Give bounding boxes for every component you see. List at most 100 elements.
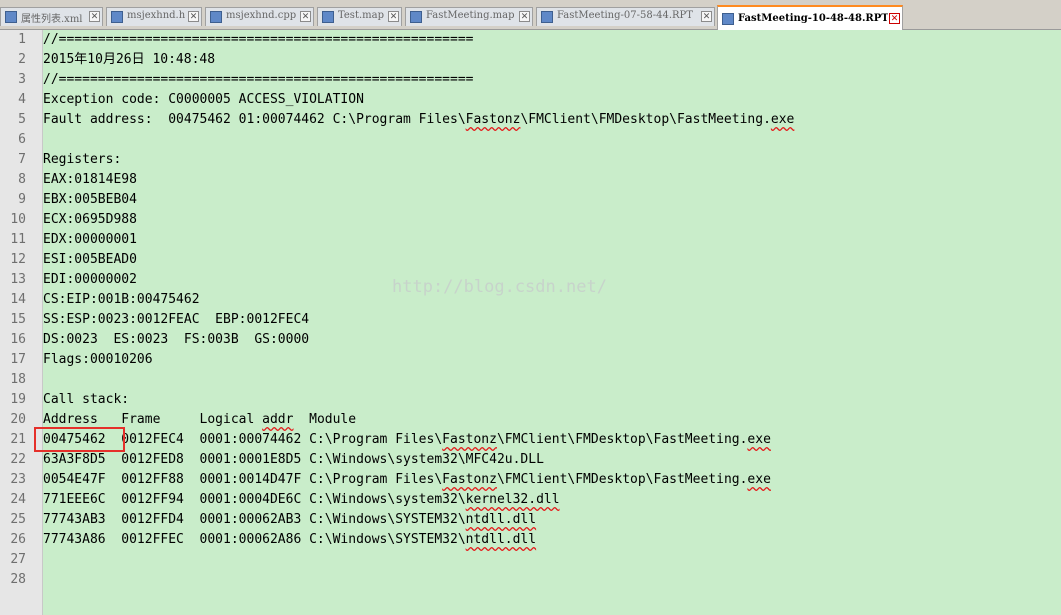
close-icon[interactable]: ✕ bbox=[388, 11, 399, 22]
code-segment: \FMClient\FMDesktop\FastMeeting. bbox=[496, 472, 748, 487]
code-segment: Module bbox=[293, 412, 357, 427]
report-file-icon bbox=[722, 13, 734, 25]
line-number: 5 bbox=[18, 112, 26, 127]
code-line[interactable]: SS:ESP:0023:0012FEAC EBP:0012FEC4 bbox=[43, 310, 309, 330]
line-number: 1 bbox=[18, 32, 26, 47]
tab-fastmeeting-07-58-44-rpt[interactable]: FastMeeting-07-58-44.RPT ✕ bbox=[536, 7, 715, 26]
tab-test-map[interactable]: Test.map ✕ bbox=[317, 7, 402, 26]
line-number: 14 bbox=[10, 292, 26, 307]
code-line[interactable]: EDI:00000002 bbox=[43, 270, 137, 290]
code-segment: 0054E47F 0012FF88 0001:0014D47F C:\Progr… bbox=[43, 472, 443, 487]
watermark: http://blog.csdn.net/ bbox=[392, 277, 607, 297]
code-line[interactable]: 63A3F8D5 0012FED8 0001:0001E8D5 C:\Windo… bbox=[43, 450, 544, 470]
line-number: 8 bbox=[18, 172, 26, 187]
tab-label: FastMeeting.map bbox=[426, 10, 515, 21]
tab-label: Test.map bbox=[338, 10, 384, 21]
header-file-icon bbox=[111, 11, 123, 23]
code-line[interactable]: DS:0023 ES:0023 FS:003B GS:0000 bbox=[43, 330, 309, 350]
spellcheck-word: Fastonz bbox=[442, 472, 497, 487]
close-icon[interactable]: ✕ bbox=[701, 11, 712, 22]
code-line[interactable]: 77743A86 0012FFEC 0001:00062A86 C:\Windo… bbox=[43, 530, 536, 550]
line-number: 24 bbox=[10, 492, 26, 507]
line-number: 22 bbox=[10, 452, 26, 467]
cpp-file-icon bbox=[210, 11, 222, 23]
close-icon[interactable]: ✕ bbox=[519, 11, 530, 22]
code-line[interactable]: ESI:005BEAD0 bbox=[43, 250, 137, 270]
spellcheck-word: exe bbox=[747, 432, 771, 447]
line-number: 13 bbox=[10, 272, 26, 287]
tab-label: 属性列表.xml bbox=[21, 14, 83, 25]
spellcheck-word: Fastonz bbox=[465, 112, 521, 127]
code-line[interactable]: 2015年10月26日 10:48:48 bbox=[43, 50, 215, 70]
line-number: 16 bbox=[10, 332, 26, 347]
tab-fastmeeting-10-48-48-rpt[interactable]: FastMeeting-10-48-48.RPT ✕ bbox=[717, 5, 903, 30]
code-segment: \FMClient\FMDesktop\FastMeeting. bbox=[496, 432, 748, 447]
line-number: 10 bbox=[10, 212, 26, 227]
close-icon[interactable]: ✕ bbox=[300, 11, 311, 22]
line-number: 4 bbox=[18, 92, 26, 107]
code-line[interactable]: EBX:005BEB04 bbox=[43, 190, 137, 210]
line-number: 20 bbox=[10, 412, 26, 427]
line-number: 27 bbox=[10, 552, 26, 567]
line-number: 18 bbox=[10, 372, 26, 387]
tab-fastmeeting-map[interactable]: FastMeeting.map ✕ bbox=[405, 7, 533, 26]
line-number: 23 bbox=[10, 472, 26, 487]
code-line[interactable]: Registers: bbox=[43, 150, 121, 170]
code-line[interactable]: 77743AB3 0012FFD4 0001:00062AB3 C:\Windo… bbox=[43, 510, 536, 530]
code-line[interactable]: 00475462 0012FEC4 0001:00074462 C:\Progr… bbox=[43, 430, 771, 450]
tab-label: msjexhnd.cpp bbox=[226, 10, 297, 21]
text-editor[interactable]: //======================================… bbox=[43, 30, 1061, 615]
tab-label: FastMeeting-07-58-44.RPT bbox=[557, 10, 693, 21]
line-number: 15 bbox=[10, 312, 26, 327]
code-segment: \FMClient\FMDesktop\FastMeeting. bbox=[520, 112, 771, 127]
highlight-box bbox=[34, 427, 125, 452]
code-line[interactable]: Fault address: 00475462 01:00074462 C:\P… bbox=[43, 110, 794, 130]
line-number: 19 bbox=[10, 392, 26, 407]
spellcheck-word: ntdll.dll bbox=[465, 512, 537, 527]
code-line[interactable]: Flags:00010206 bbox=[43, 350, 153, 370]
code-line[interactable]: Exception code: C0000005 ACCESS_VIOLATIO… bbox=[43, 90, 364, 110]
line-number: 7 bbox=[18, 152, 26, 167]
report-file-icon bbox=[541, 11, 553, 23]
spellcheck-word: ntdll.dll bbox=[465, 532, 537, 547]
code-segment: Fault address: 00475462 01:00074462 C:\P… bbox=[43, 112, 466, 127]
code-line[interactable]: //======================================… bbox=[43, 70, 473, 90]
line-number: 2 bbox=[18, 52, 26, 67]
line-number: 3 bbox=[18, 72, 26, 87]
code-line[interactable]: CS:EIP:001B:00475462 bbox=[43, 290, 200, 310]
line-number: 9 bbox=[18, 192, 26, 207]
code-line[interactable]: 0054E47F 0012FF88 0001:0014D47F C:\Progr… bbox=[43, 470, 771, 490]
tab-msjexhnd-cpp[interactable]: msjexhnd.cpp ✕ bbox=[205, 7, 314, 26]
map-file-icon bbox=[410, 11, 422, 23]
tab-msjexhnd-h[interactable]: msjexhnd.h ✕ bbox=[106, 7, 202, 26]
spellcheck-word: addr bbox=[262, 412, 294, 427]
line-number: 28 bbox=[10, 572, 26, 587]
spellcheck-word: Fastonz bbox=[442, 432, 497, 447]
code-line[interactable]: Call stack: bbox=[43, 390, 129, 410]
line-number: 17 bbox=[10, 352, 26, 367]
code-segment: 77743A86 0012FFEC 0001:00062A86 C:\Windo… bbox=[43, 532, 466, 547]
spellcheck-word: exe bbox=[770, 112, 795, 127]
line-number: 12 bbox=[10, 252, 26, 267]
code-line[interactable]: EAX:01814E98 bbox=[43, 170, 137, 190]
close-icon[interactable]: ✕ bbox=[89, 11, 100, 22]
tab-label: msjexhnd.h bbox=[127, 10, 186, 21]
line-number: 25 bbox=[10, 512, 26, 527]
xml-file-icon bbox=[5, 11, 17, 23]
line-number: 6 bbox=[18, 132, 26, 147]
spellcheck-word: exe bbox=[747, 472, 771, 487]
code-line[interactable]: EDX:00000001 bbox=[43, 230, 137, 250]
code-line[interactable]: //======================================… bbox=[43, 30, 473, 50]
tab-properties-xml[interactable]: 属性列表.xml ✕ bbox=[0, 7, 103, 26]
tab-bar: 属性列表.xml ✕ msjexhnd.h ✕ msjexhnd.cpp ✕ T… bbox=[0, 0, 1061, 30]
spellcheck-word: kernel32.dll bbox=[465, 492, 560, 507]
line-number-gutter: 1 2 3 4 5 6 7 8 9 10 11 12 13 14 15 16 17 18 19 20 21 22 23 24 2… bbox=[0, 30, 43, 615]
close-icon[interactable]: ✕ bbox=[188, 11, 199, 22]
close-icon[interactable]: ✕ bbox=[889, 13, 900, 24]
code-segment: Address Frame Logical bbox=[43, 412, 263, 427]
code-line[interactable]: ECX:0695D988 bbox=[43, 210, 137, 230]
line-number: 11 bbox=[10, 232, 26, 247]
code-segment: 77743AB3 0012FFD4 0001:00062AB3 C:\Windo… bbox=[43, 512, 466, 527]
code-segment: 771EEE6C 0012FF94 0001:0004DE6C C:\Windo… bbox=[43, 492, 466, 507]
code-line[interactable]: 771EEE6C 0012FF94 0001:0004DE6C C:\Windo… bbox=[43, 490, 560, 510]
